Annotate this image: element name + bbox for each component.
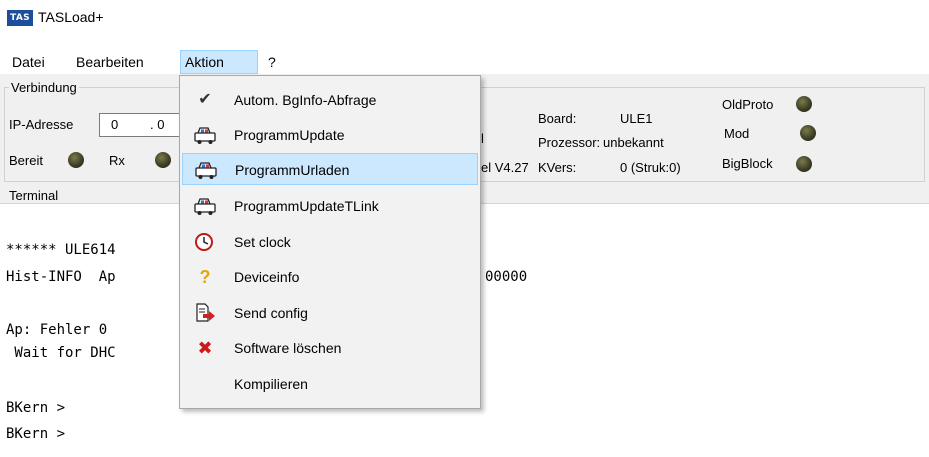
ip-address-label: IP-Adresse [9, 117, 74, 132]
kvers-label: KVers: [538, 160, 577, 175]
ip-segment-1: 0 [111, 117, 119, 132]
ip-segment-2: . 0 [150, 117, 165, 132]
board-label: Board: [538, 111, 577, 126]
ready-led-icon [68, 152, 84, 168]
ready-label: Bereit [9, 153, 43, 168]
terminal-line: 00000 [485, 269, 528, 285]
menu-bar: Datei Bearbeiten Aktion ? [0, 50, 929, 74]
menu-item-label: Set clock [234, 234, 291, 250]
rx-label: Rx [109, 153, 125, 168]
terminal-line: ****** ULE614 [6, 242, 116, 258]
vehicle-update-icon [194, 127, 216, 144]
menu-help[interactable]: ? [264, 50, 280, 74]
menu-datei[interactable]: Datei [8, 50, 49, 74]
menu-item-send-config[interactable]: Send config [182, 297, 478, 329]
clock-icon [195, 233, 213, 251]
app-logo-icon: TAS [7, 10, 33, 26]
terminal-line: Hist-INFO Ap [6, 269, 116, 285]
menu-item-label: Send config [234, 305, 308, 321]
menu-item-deviceinfo[interactable]: ? Deviceinfo [182, 261, 478, 293]
processor-label: Prozessor: [538, 135, 601, 150]
menu-item-label: Autom. BgInfo-Abfrage [234, 92, 377, 108]
menu-item-autom-bginfo[interactable]: ✔ Autom. BgInfo-Abfrage [182, 84, 478, 116]
question-icon: ? [199, 267, 211, 287]
terminal-label: Terminal [9, 188, 59, 203]
mod-led-icon [800, 125, 816, 141]
menu-item-label: Software löschen [234, 340, 342, 356]
processor-value: unbekannt [603, 135, 664, 150]
bigblock-label: BigBlock [722, 156, 773, 171]
menu-item-set-clock[interactable]: Set clock [182, 226, 478, 258]
ip-address-input[interactable]: 0 . 0 [99, 113, 183, 137]
board-value: ULE1 [620, 111, 653, 126]
kvers-value: 0 (Struk:0) [620, 160, 681, 175]
window-title: TASLoad+ [38, 9, 104, 25]
terminal-line: Wait for DHC [6, 345, 116, 361]
vehicle-tlink-icon [194, 198, 216, 215]
aktion-dropdown-menu: ✔ Autom. BgInfo-Abfrage ProgrammUpdate P… [179, 75, 481, 409]
menu-item-programmupdatetlink[interactable]: ProgrammUpdateTLink [182, 190, 478, 222]
oldproto-led-icon [796, 96, 812, 112]
menu-bearbeiten[interactable]: Bearbeiten [72, 50, 148, 74]
menu-item-programmupdate[interactable]: ProgrammUpdate [182, 119, 478, 151]
oldproto-label: OldProto [722, 97, 774, 112]
connection-group-label: Verbindung [9, 80, 79, 95]
mod-label: Mod [724, 126, 750, 141]
delete-x-icon: ✖ [197, 338, 213, 358]
vehicle-upload-icon [195, 162, 217, 179]
version-label: el V4.27 [481, 160, 529, 175]
terminal-line: Ap: Fehler 0 [6, 322, 108, 338]
menu-item-kompilieren[interactable]: Kompilieren [182, 368, 478, 400]
rx-led-icon [155, 152, 171, 168]
bigblock-led-icon [796, 156, 812, 172]
partial-label: l [481, 131, 484, 146]
checkmark-icon: ✔ [198, 91, 212, 108]
terminal-line: BKern > [6, 426, 66, 442]
menu-item-label: ProgrammUpdate [234, 127, 345, 143]
send-document-icon [196, 303, 215, 322]
menu-aktion[interactable]: Aktion [180, 50, 258, 74]
title-bar: TAS TASLoad+ [0, 0, 929, 36]
menu-item-label: Kompilieren [234, 376, 308, 392]
menu-item-software-loeschen[interactable]: ✖ Software löschen [182, 332, 478, 364]
menu-item-label: ProgrammUrladen [235, 162, 350, 178]
menu-item-label: Deviceinfo [234, 269, 300, 285]
menu-item-programmurladen[interactable]: ProgrammUrladen [182, 153, 478, 185]
terminal-line: BKern > [6, 400, 66, 416]
menu-item-label: ProgrammUpdateTLink [234, 198, 379, 214]
